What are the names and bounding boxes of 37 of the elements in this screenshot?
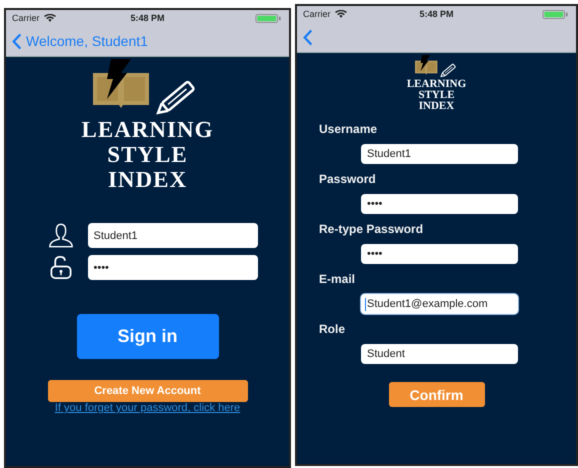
input-field[interactable]: •••• [361, 244, 518, 264]
field-value: •••• [367, 198, 382, 210]
back-chevron-icon[interactable] [303, 28, 313, 46]
unlocked-padlock-icon [48, 255, 74, 280]
logo-title: STYLE [418, 90, 455, 101]
back-chevron-icon[interactable] [12, 32, 22, 50]
logo-title: STYLE [107, 142, 188, 167]
input-field[interactable]: •••• [88, 255, 258, 280]
field-label: Username [319, 122, 378, 136]
field-label: Password [319, 172, 377, 186]
wifi-icon [44, 14, 56, 22]
input-field[interactable]: •••• [361, 194, 518, 214]
field-label: Re-type Password [319, 222, 424, 236]
input-field[interactable]: Student1 [88, 223, 258, 248]
battery-icon [542, 10, 570, 18]
forgot-password-link[interactable]: If you forget your password, click here [54, 402, 240, 414]
wifi-icon [334, 10, 347, 18]
field-value: Student1 [367, 148, 412, 160]
clock-time: 5:48 PM [419, 9, 454, 19]
field-value: Student [367, 348, 405, 360]
logo-title: LEARNING [82, 117, 214, 142]
input-field[interactable]: Student [361, 344, 518, 364]
carrier-label: Carrier [303, 9, 331, 19]
logo-title: INDEX [108, 167, 188, 192]
battery-icon [255, 14, 283, 22]
logo-title: INDEX [418, 101, 454, 112]
logo-title: LEARNING [406, 79, 466, 90]
field-label: Role [319, 322, 346, 336]
user-icon [48, 222, 74, 249]
input-field[interactable]: Student1@example.com [361, 294, 518, 314]
field-label: E-mail [319, 272, 356, 286]
clock-time: 5:48 PM [130, 13, 164, 23]
carrier-label: Carrier [12, 13, 40, 23]
field-value: •••• [367, 248, 382, 260]
sign-in-button[interactable]: Sign in [76, 314, 218, 359]
field-value: Student1@example.com [367, 298, 488, 310]
input-field[interactable]: Student1 [361, 144, 518, 164]
